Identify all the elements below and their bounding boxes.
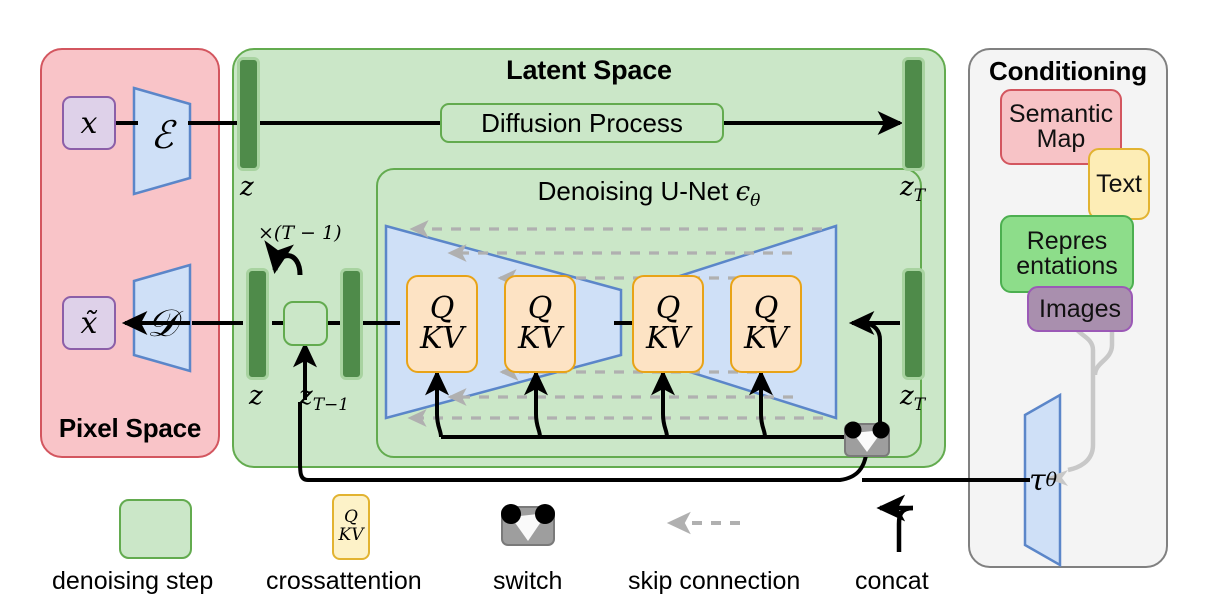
legend-crossattention-icon: Q KV <box>332 494 370 560</box>
legend-switch-glyph <box>501 504 555 546</box>
z-bar-top <box>237 57 260 171</box>
qkv-kv-2: KV <box>517 321 563 356</box>
qkv-kv-4: KV <box>743 321 789 356</box>
zT-bar-bottom <box>902 268 925 380</box>
chip-text-label: Text <box>1096 169 1142 198</box>
crossattention-block-1: Q KV <box>406 275 478 373</box>
theta-subscript: θ <box>1045 469 1058 491</box>
qkv-q-1: Q <box>429 291 455 326</box>
encoder-symbol-label: ℰ <box>150 113 174 157</box>
conditioning-encoder-symbol: τθ <box>1023 455 1063 505</box>
z-label-top: z <box>240 172 254 202</box>
legend-concat-hook <box>896 505 914 552</box>
crossattention-block-2: Q KV <box>504 275 576 373</box>
zTm1-label: zT−1 <box>299 381 349 415</box>
legend-skip-connection-label: skip connection <box>628 567 801 595</box>
zTm1-label-sub: T−1 <box>312 395 350 416</box>
legend-denoising-step-label: denoising step <box>52 567 214 595</box>
qkv-kv-3: KV <box>645 321 691 356</box>
zT-label-top-base: z <box>900 172 914 202</box>
input-x-box: x <box>62 96 116 150</box>
legend-denoising-step-icon <box>119 499 192 559</box>
chip-semantic-line1: Semantic <box>1008 100 1114 128</box>
zTm1-bar <box>340 268 363 380</box>
legend-crossattention-label: crossattention <box>266 567 422 595</box>
zT-label-bottom: zT <box>900 381 925 415</box>
conditioning-chip-representations: Repres entations <box>1000 215 1134 293</box>
zT-label-top: zT <box>900 172 925 206</box>
encoder-symbol: ℰ <box>134 100 190 170</box>
unet-title-text: Denoising U-Net <box>537 176 736 206</box>
zT-label-top-sub: T <box>913 186 926 207</box>
conditioning-chip-text: Text <box>1088 148 1150 220</box>
qkv-q-3: Q <box>655 291 681 326</box>
decoder-symbol-label: 𝒟 <box>146 300 178 345</box>
unet-title-epsilon: ϵ <box>735 177 751 207</box>
chip-semantic-line2: Map <box>1036 125 1086 153</box>
legend-xa-kv: KV <box>338 525 364 545</box>
chip-rep-line2: entations <box>1016 252 1118 280</box>
decoder-symbol: 𝒟 <box>134 288 190 358</box>
pixel-space-title: Pixel Space <box>58 413 202 443</box>
zTm1-label-base: z <box>299 381 313 411</box>
qkv-q-4: Q <box>753 291 779 326</box>
chip-images-label: Images <box>1039 294 1121 323</box>
zT-label-bottom-sub: T <box>913 395 926 416</box>
unet-title-theta: θ <box>750 191 761 212</box>
diffusion-process-pill: Diffusion Process <box>440 103 724 143</box>
input-x-label: x <box>80 105 98 141</box>
legend-concat-label: concat <box>855 567 929 595</box>
tau-symbol: τ <box>1028 462 1046 498</box>
loop-label: ×(T − 1) <box>258 222 342 244</box>
diffusion-process-label: Diffusion Process <box>481 107 683 138</box>
crossattention-block-3: Q KV <box>632 275 704 373</box>
qkv-q-2: Q <box>527 291 553 326</box>
chip-rep-line1: Repres <box>1026 227 1108 255</box>
conditioning-chip-images: Images <box>1027 286 1133 332</box>
zT-bar-top <box>902 57 925 171</box>
output-xtilde-box: x̃ <box>62 296 116 350</box>
denoising-step-icon <box>283 301 328 346</box>
diagram-canvas: Latent Space Conditioning Pixel Space De… <box>0 0 1209 614</box>
z-bar-bottom <box>246 268 269 380</box>
zT-label-bottom-base: z <box>900 381 914 411</box>
conditioning-title: Conditioning <box>989 56 1147 86</box>
z-label-bottom: z <box>249 381 263 411</box>
latent-space-title: Latent Space <box>506 55 672 85</box>
unet-title: Denoising U-Net ϵθ <box>376 176 922 211</box>
legend-switch-label: switch <box>493 567 563 595</box>
qkv-kv-1: KV <box>419 321 465 356</box>
output-xtilde-label: x̃ <box>80 305 98 341</box>
crossattention-block-4: Q KV <box>730 275 802 373</box>
